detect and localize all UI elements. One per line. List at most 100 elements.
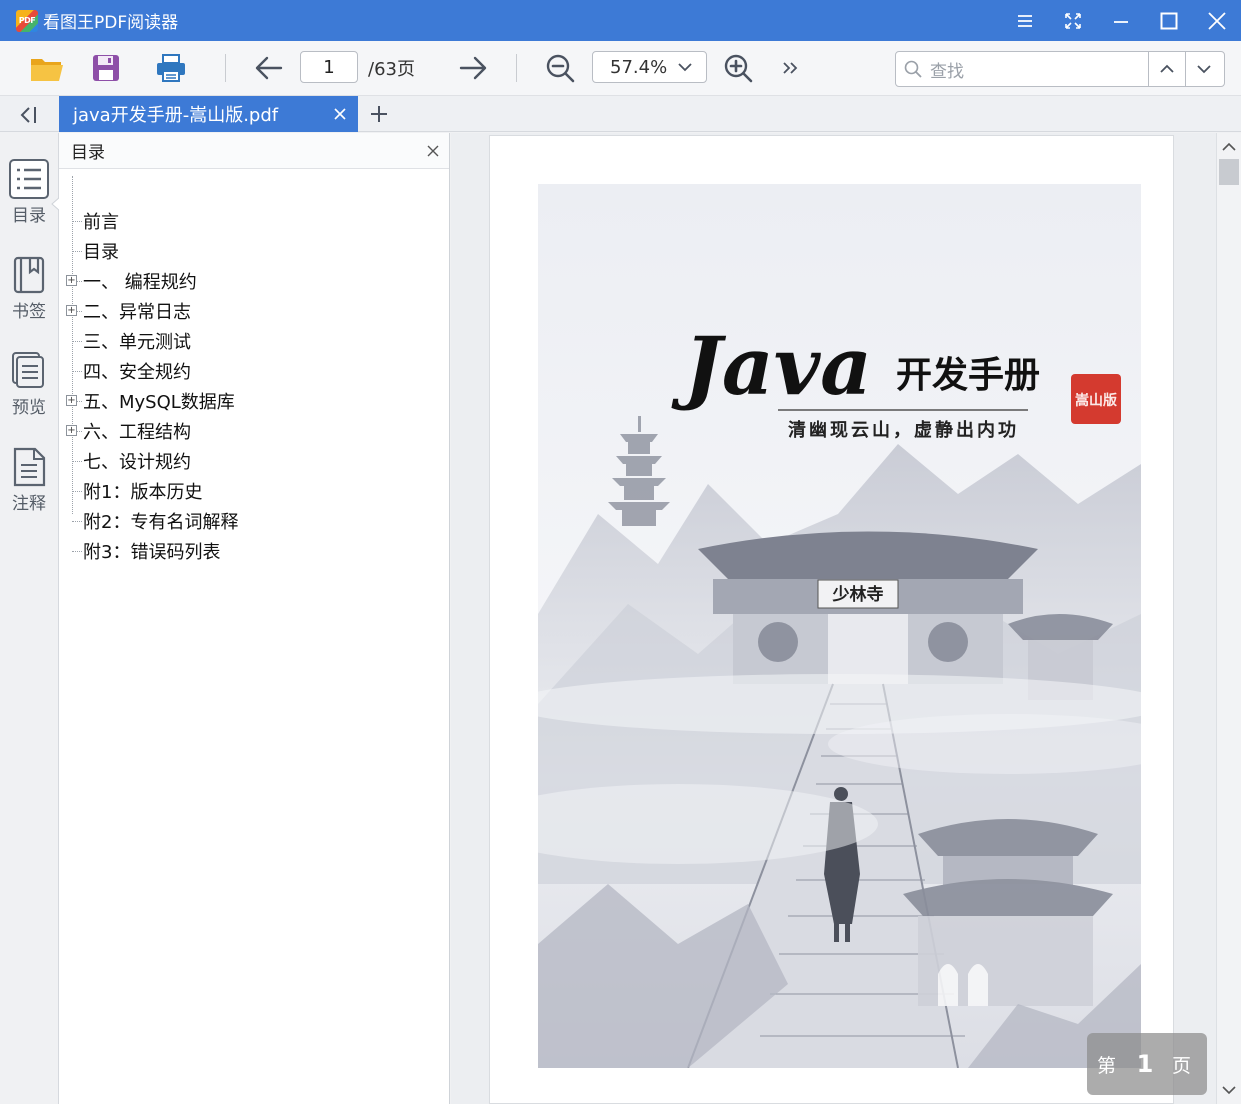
temple-gate-illustration: 少林寺 (698, 531, 1038, 684)
chevron-down-icon (678, 62, 692, 72)
toc-item[interactable]: + 一、 编程规约 (59, 266, 439, 296)
toc-item-label: 附3：错误码列表 (83, 542, 221, 563)
seal-text: 嵩山版 (1075, 392, 1117, 409)
toc-header: 目录 (59, 133, 449, 169)
page-indicator-prefix: 第 (1097, 1054, 1117, 1077)
prev-page-icon[interactable] (252, 53, 286, 83)
app-title: 看图王PDF阅读器 (43, 13, 179, 33)
chevron-up-icon (1160, 64, 1174, 74)
toc-item-label: 二、异常日志 (83, 302, 191, 323)
toc-item-label: 五、MySQL数据库 (83, 392, 235, 413)
collapse-sidebar-icon[interactable] (14, 103, 42, 127)
app-logo: PDF (16, 9, 38, 32)
zoom-select[interactable]: 57.4% (592, 51, 707, 83)
gate-plaque: 少林寺 (832, 584, 884, 605)
search-icon (904, 60, 922, 78)
close-icon[interactable] (1193, 0, 1241, 41)
tree-guide-line (72, 341, 82, 342)
tree-guide-line (72, 461, 82, 462)
open-folder-icon[interactable] (27, 51, 67, 85)
toc-item[interactable]: 目录 (59, 236, 439, 266)
zoom-out-icon[interactable] (543, 52, 577, 84)
rail-item-bookmarks[interactable]: 书签 (0, 255, 58, 335)
chevron-down-icon (1197, 64, 1211, 74)
expand-icon[interactable]: + (66, 425, 77, 436)
tree-guide-line (72, 221, 82, 222)
pdf-page: 少林寺 Java 开发手册 清幽现云山，虚静出内功 嵩山版 (489, 135, 1174, 1104)
tab-document[interactable]: java开发手册-嵩山版.pdf (59, 96, 358, 132)
rail-item-preview[interactable]: 预览 (0, 351, 58, 431)
print-icon[interactable] (153, 51, 189, 85)
toc-item-label: 三、单元测试 (83, 332, 191, 353)
toc-item[interactable]: 四、安全规约 (59, 356, 439, 386)
fullscreen-icon[interactable] (1049, 0, 1097, 41)
toolbar-separator (225, 54, 226, 82)
tree-guide-line (72, 251, 82, 252)
rail-label: 注释 (12, 494, 46, 514)
toc-item-label: 一、 编程规约 (83, 272, 197, 293)
zoom-in-icon[interactable] (721, 52, 755, 84)
expand-icon[interactable]: + (66, 305, 77, 316)
menu-icon[interactable] (1001, 0, 1049, 41)
toc-item[interactable]: 前言 (59, 206, 439, 236)
tab-bar: java开发手册-嵩山版.pdf (0, 96, 1241, 132)
add-tab-icon[interactable] (368, 102, 390, 126)
cover-title: Java (671, 319, 872, 413)
toc-title: 目录 (71, 143, 105, 163)
tree-guide-line (72, 371, 82, 372)
close-tab-icon[interactable] (332, 106, 348, 122)
pages-preview-icon (9, 351, 49, 391)
next-page-icon[interactable] (456, 53, 490, 83)
search-input[interactable]: 查找 (930, 57, 1148, 82)
toc-item-label: 附1：版本历史 (83, 482, 203, 503)
bookmark-icon (9, 255, 49, 295)
toc-item[interactable]: + 六、工程结构 (59, 416, 439, 446)
scroll-down-icon[interactable] (1221, 1083, 1237, 1097)
sidebar-rail: 目录 书签 预览 注释 (0, 133, 60, 1104)
rail-label: 预览 (12, 398, 46, 418)
maximize-icon[interactable] (1145, 0, 1193, 41)
note-icon (9, 447, 49, 487)
cover-subtitle: 清幽现云山，虚静出内功 (788, 419, 1019, 441)
toc-item-label: 七、设计规约 (83, 452, 191, 473)
rail-label: 书签 (12, 302, 46, 322)
document-viewer[interactable]: 少林寺 Java 开发手册 清幽现云山，虚静出内功 嵩山版 (451, 133, 1216, 1104)
scroll-thumb[interactable] (1219, 159, 1239, 185)
toc-item[interactable]: 附2：专有名词解释 (59, 506, 439, 536)
rail-label: 目录 (12, 206, 46, 226)
page-number-input[interactable] (300, 51, 358, 83)
search-prev-button[interactable] (1148, 52, 1185, 86)
tree-guide-line (72, 551, 82, 552)
toc-item-label: 六、工程结构 (83, 422, 191, 443)
close-panel-icon[interactable] (425, 143, 441, 159)
search-next-button[interactable] (1185, 52, 1222, 86)
zoom-value: 57.4% (610, 56, 668, 78)
more-tools-icon[interactable] (778, 55, 802, 81)
page-indicator-number: 1 (1136, 1050, 1154, 1078)
cover-title-cn: 开发手册 (896, 354, 1040, 396)
toc-item[interactable]: + 五、MySQL数据库 (59, 386, 439, 416)
save-icon[interactable] (89, 51, 123, 85)
toc-panel: 目录 前言 目录 + 一、 编程规约 + 二、异常日志 三、单元测试 四、安全规约 + 五、MyS… (59, 133, 450, 1104)
toc-item[interactable]: 附3：错误码列表 (59, 536, 439, 566)
toolbar-separator (516, 54, 517, 82)
toc-item[interactable]: 附1：版本历史 (59, 476, 439, 506)
tab-label: java开发手册-嵩山版.pdf (73, 105, 279, 126)
search-box: 查找 (895, 51, 1225, 87)
list-icon (9, 159, 49, 199)
expand-icon[interactable]: + (66, 275, 77, 286)
rail-item-annotations[interactable]: 注释 (0, 447, 58, 527)
vertical-scrollbar[interactable] (1216, 133, 1241, 1104)
toc-item-label: 四、安全规约 (83, 362, 191, 383)
rail-item-toc[interactable]: 目录 (0, 159, 60, 239)
toc-item[interactable]: 七、设计规约 (59, 446, 439, 476)
toc-item[interactable]: 三、单元测试 (59, 326, 439, 356)
cover-illustration: 少林寺 Java 开发手册 清幽现云山，虚静出内功 嵩山版 (538, 184, 1141, 1068)
window-controls (1001, 0, 1241, 41)
toc-item[interactable]: + 二、异常日志 (59, 296, 439, 326)
scroll-up-icon[interactable] (1221, 139, 1237, 153)
minimize-icon[interactable] (1097, 0, 1145, 41)
toc-item-label: 目录 (83, 242, 119, 263)
toc-item-label: 附2：专有名词解释 (83, 512, 239, 533)
expand-icon[interactable]: + (66, 395, 77, 406)
